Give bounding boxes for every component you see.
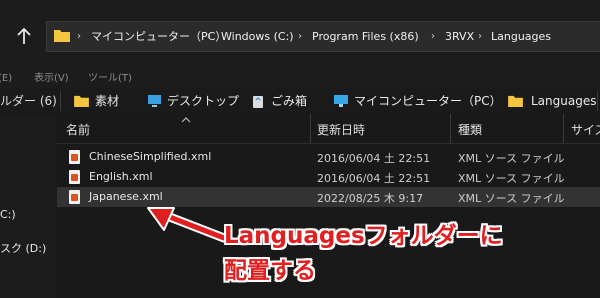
menu-tools[interactable]: ツール(T): [88, 69, 132, 84]
column-header: 名前 更新日時 種類 サイズ: [57, 114, 600, 144]
menu-edit[interactable]: 編集(E): [0, 69, 12, 84]
file-date: 2016/06/04 土 22:51: [317, 172, 431, 185]
xml-file-icon: [69, 150, 80, 164]
breadcrumb-program-files[interactable]: Program Files (x86): [312, 22, 419, 51]
column-divider[interactable]: [310, 114, 311, 143]
annotation-arrow-icon: [147, 207, 229, 243]
divider: [60, 91, 61, 111]
desktop-icon: [148, 95, 161, 107]
address-bar-row: › マイコンピューター（PC） › Windows (C:) › Program…: [0, 0, 600, 66]
column-header-date[interactable]: 更新日時: [317, 121, 365, 138]
pinned-item-label: 素材: [95, 94, 120, 108]
folder-icon: [74, 95, 89, 107]
column-header-size[interactable]: サイズ: [571, 121, 600, 138]
breadcrumb-separator: ›: [431, 31, 435, 42]
recycle-bin-icon: [253, 96, 263, 108]
pinned-item-label: Languages: [531, 94, 597, 108]
pinned-folders-bar: ルダー (6) 素材 デスクトップ ごみ箱 マイコンピューター（PC） Lang…: [0, 88, 600, 114]
xml-file-icon: [69, 190, 80, 204]
pinned-item-label: マイコンピューター（PC）: [354, 94, 502, 108]
breadcrumb-3rvx[interactable]: 3RVX: [445, 22, 474, 51]
file-name: English.xml: [89, 170, 153, 183]
file-row[interactable]: ChineseSimplified.xml 2016/06/04 土 22:51…: [57, 147, 600, 167]
folder-icon: [508, 95, 523, 107]
menu-bar: 編集(E) 表示(V) ツール(T): [0, 66, 600, 89]
file-row-selected[interactable]: Japanese.xml 2022/08/25 木 9:17 XML ソース フ…: [57, 187, 600, 207]
annotation-text-line1: Languagesフォルダーに: [224, 223, 503, 249]
computer-icon: [334, 95, 348, 107]
file-type: XML ソース ファイル: [458, 192, 565, 205]
nav-item-drive-d[interactable]: スク (D:): [0, 240, 46, 256]
divider: [597, 91, 598, 111]
breadcrumb-languages[interactable]: Languages: [491, 22, 551, 51]
pinned-item-label: ごみ箱: [271, 94, 308, 108]
file-type: XML ソース ファイル: [458, 152, 565, 165]
file-date: 2016/06/04 土 22:51: [317, 152, 431, 165]
folder-count-label: ルダー (6): [0, 94, 57, 108]
breadcrumb-windows-c[interactable]: Windows (C:): [221, 22, 294, 51]
file-type: XML ソース ファイル: [458, 172, 565, 185]
menu-view[interactable]: 表示(V): [34, 69, 69, 84]
column-divider[interactable]: [450, 114, 451, 143]
address-bar[interactable]: › マイコンピューター（PC） › Windows (C:) › Program…: [46, 21, 600, 52]
pinned-item-label: デスクトップ: [167, 94, 240, 108]
file-row[interactable]: English.xml 2016/06/04 土 22:51 XML ソース フ…: [57, 167, 600, 187]
file-date: 2022/08/25 木 9:17: [317, 192, 424, 205]
sort-chevron-up-icon: [181, 112, 191, 126]
nav-item-drive-c[interactable]: C:): [0, 208, 16, 221]
breadcrumb-separator: ›: [77, 31, 81, 42]
annotation-text-line2: 配置する: [224, 258, 316, 284]
column-divider[interactable]: [563, 114, 564, 143]
file-name: ChineseSimplified.xml: [89, 150, 212, 163]
breadcrumb-separator: ›: [478, 31, 482, 42]
breadcrumb-separator: ›: [207, 31, 211, 42]
column-header-name[interactable]: 名前: [66, 121, 90, 138]
column-header-type[interactable]: 種類: [458, 121, 482, 138]
breadcrumb-separator: ›: [298, 31, 302, 42]
navigation-pane: C:) スク (D:): [0, 114, 57, 298]
xml-file-icon: [69, 170, 80, 184]
folder-icon: [54, 29, 70, 42]
up-arrow-icon[interactable]: [12, 24, 36, 48]
